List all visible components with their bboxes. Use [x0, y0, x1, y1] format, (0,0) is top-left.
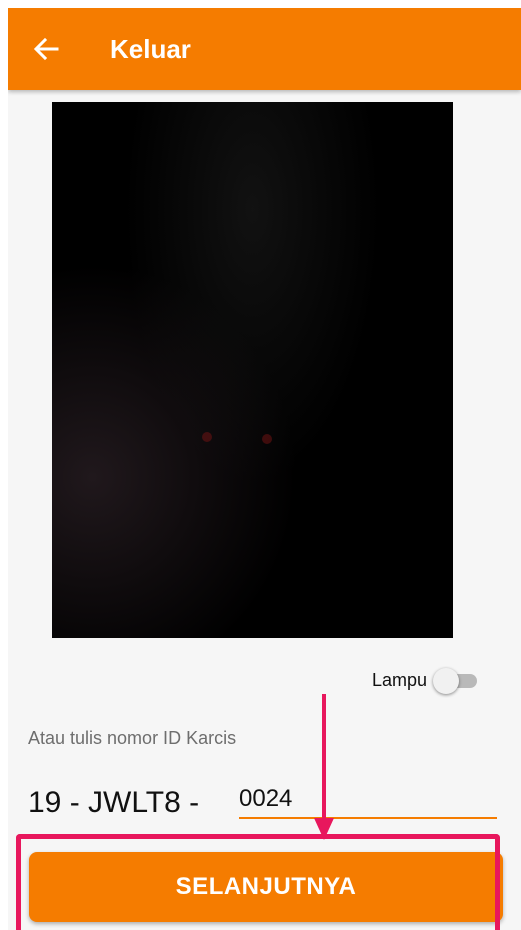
switch-thumb	[433, 668, 459, 694]
camera-image	[52, 102, 453, 638]
back-button[interactable]	[8, 8, 84, 90]
next-button[interactable]: SELANJUTNYA	[29, 852, 503, 922]
lamp-switch[interactable]	[433, 668, 477, 694]
app-screen: Keluar Lampu Atau tulis nomor ID Karcis …	[8, 8, 521, 930]
ticket-id-input[interactable]	[239, 781, 497, 819]
lamp-label: Lampu	[371, 669, 427, 690]
app-bar: Keluar	[8, 8, 521, 90]
camera-image-detail	[262, 434, 272, 444]
ticket-id-hint: Atau tulis nomor ID Karcis	[28, 728, 237, 748]
camera-preview[interactable]	[52, 102, 453, 638]
arrow-left-icon	[33, 37, 59, 61]
lamp-toggle-row: Lampu	[371, 668, 477, 694]
page-title: Keluar	[110, 33, 191, 64]
camera-image-detail	[202, 432, 212, 442]
ticket-id-prefix: 19 - JWLT8 -	[28, 786, 200, 819]
